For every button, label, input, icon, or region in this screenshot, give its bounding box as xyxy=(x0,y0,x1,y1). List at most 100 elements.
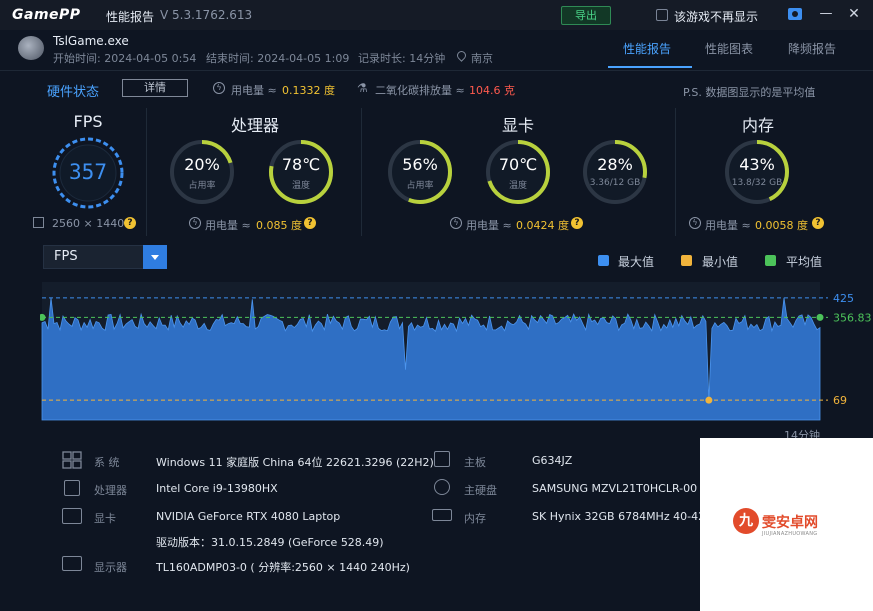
hardware-status-title: 硬件状态 xyxy=(47,85,100,100)
section-divider xyxy=(146,108,147,236)
legend-min-swatch xyxy=(681,255,692,266)
resolution-icon xyxy=(33,217,44,228)
app-section-title: 性能报告 xyxy=(106,10,155,24)
co2-value: 104.6 克 xyxy=(469,84,515,97)
ps-note: P.S. 数据图显示的是平均值 xyxy=(683,86,816,99)
screenshot-camera-icon[interactable] xyxy=(788,8,802,20)
fps-title: FPS xyxy=(73,112,103,131)
motherboard-icon xyxy=(434,451,450,467)
legend-min-label: 最小值 xyxy=(702,255,739,269)
details-button[interactable]: 详情 xyxy=(122,79,188,97)
watermark-text: 雯安卓网 xyxy=(762,515,818,531)
no-show-label: 该游戏不再显示 xyxy=(674,10,759,24)
co2-label: 二氧化碳排放量 ≈ xyxy=(375,84,465,97)
disk-value: SAMSUNG MZVL21T0HCLR-00 xyxy=(532,482,698,495)
close-button[interactable]: ✕ xyxy=(846,6,862,22)
app-version: V 5.3.1762.613 xyxy=(160,8,253,22)
min-line-label: 69 xyxy=(833,394,847,407)
resolution-help-icon[interactable]: ? xyxy=(124,217,136,229)
co2-icon: ⚗ xyxy=(357,81,368,95)
legend-avg-label: 平均值 xyxy=(786,255,823,269)
gpu-temp-label: 温度 xyxy=(508,181,527,191)
memory-power-help-icon[interactable]: ? xyxy=(812,217,824,229)
gpu-usage-label: 占用率 xyxy=(406,181,434,191)
tab-performance-report[interactable]: 性能报告 xyxy=(623,40,671,57)
cpu-temp-value: 78℃ xyxy=(281,155,321,174)
cpu-chip-icon xyxy=(64,480,80,496)
game-icon xyxy=(18,36,44,60)
legend-avg-swatch xyxy=(765,255,776,266)
gpu-key: 显卡 xyxy=(94,512,116,525)
total-power-value: 0.1332 度 xyxy=(282,84,335,97)
tab-performance-chart[interactable]: 性能图表 xyxy=(705,40,753,57)
tab-throttle-report[interactable]: 降频报告 xyxy=(788,40,836,57)
cpu-usage-value: 20% xyxy=(184,155,220,174)
cpu-key: 处理器 xyxy=(94,484,127,497)
record-duration: 记录时长: 14分钟 xyxy=(358,52,446,65)
game-name: TslGame.exe xyxy=(53,34,129,48)
gpu-card-icon xyxy=(62,508,82,524)
memory-power-label: 用电量 ≈ xyxy=(705,219,751,232)
cpu-title: 处理器 xyxy=(230,116,279,135)
cpu-temp-label: 温度 xyxy=(291,181,310,191)
gpu-power-label: 用电量 ≈ xyxy=(466,219,512,232)
cpu-power-label: 用电量 ≈ xyxy=(205,219,251,232)
minimize-button[interactable]: — xyxy=(818,7,834,22)
gpu-vram-value: 28% xyxy=(597,155,633,174)
legend-max-swatch xyxy=(598,255,609,266)
disk-icon xyxy=(434,479,450,495)
fps-resolution: 2560 × 1440 xyxy=(52,217,125,230)
location: 南京 xyxy=(471,52,493,65)
system-value: Windows 11 家庭版 China 64位 22621.3296 (22H… xyxy=(156,456,434,469)
display-key: 显示器 xyxy=(94,561,127,574)
watermark-subtext: JIUJIANAZHUOWANG xyxy=(762,531,818,537)
gpu-power-value: 0.0424 度 xyxy=(516,219,569,232)
avg-marker-end xyxy=(816,313,824,321)
gpu-power-icon: ϟ xyxy=(450,217,462,229)
gpu-vram-label: 3.36/12 GB xyxy=(589,178,641,188)
gpu-temp-value: 70℃ xyxy=(498,155,538,174)
cpu-usage-label: 占用率 xyxy=(188,181,216,191)
ram-key: 内存 xyxy=(464,512,486,525)
memory-title: 内存 xyxy=(741,116,774,135)
cpu-value: Intel Core i9-13980HX xyxy=(156,482,278,495)
fps-value: 357 xyxy=(69,160,107,184)
min-marker xyxy=(705,396,713,404)
monitor-icon xyxy=(62,556,82,571)
gpu-value: NVIDIA GeForce RTX 4080 Laptop xyxy=(156,510,341,523)
system-key: 系 统 xyxy=(94,456,120,469)
max-line-label: 425 xyxy=(833,292,854,305)
location-pin-icon xyxy=(455,49,468,62)
export-button[interactable]: 导出 xyxy=(561,6,611,25)
cpu-power-value: 0.085 度 xyxy=(256,219,302,232)
active-tab-indicator xyxy=(608,66,692,68)
power-icon: ϟ xyxy=(213,82,225,94)
end-time: 结束时间: 2024-04-05 1:09 xyxy=(206,52,350,65)
avg-line-label: 356.83 xyxy=(833,311,872,324)
gpu-power-help-icon[interactable]: ? xyxy=(571,217,583,229)
board-key: 主板 xyxy=(464,456,486,469)
start-time: 开始时间: 2024-04-05 0:54 xyxy=(53,52,197,65)
gpu-usage-value: 56% xyxy=(402,155,438,174)
chevron-down-icon[interactable] xyxy=(143,245,167,269)
memory-power-value: 0.0058 度 xyxy=(755,219,808,232)
driver-version: 驱动版本：31.0.15.2849 (GeForce 528.49) xyxy=(156,536,384,549)
header-divider xyxy=(0,70,873,71)
display-value: TL160ADMP03-0 ( 分辨率:2560 × 1440 240Hz) xyxy=(156,561,410,574)
total-power-label: 用电量 ≈ xyxy=(231,84,277,97)
no-show-checkbox[interactable] xyxy=(656,9,668,21)
legend-max-label: 最大值 xyxy=(618,255,655,269)
ram-icon xyxy=(432,509,452,521)
watermark-logo: 九 xyxy=(733,508,759,534)
cpu-power-icon: ϟ xyxy=(189,217,201,229)
fps-area-chart: 425 356.83 69 xyxy=(40,282,872,421)
memory-usage-value: 43% xyxy=(739,155,775,174)
cpu-power-help-icon[interactable]: ? xyxy=(304,217,316,229)
board-value: G634JZ xyxy=(532,454,573,467)
section-divider xyxy=(675,108,676,236)
metric-select-value: FPS xyxy=(54,249,78,264)
memory-power-icon: ϟ xyxy=(689,217,701,229)
app-logo: GamePP xyxy=(12,7,81,23)
gpu-title: 显卡 xyxy=(501,116,534,135)
ram-value: SK Hynix 32GB 6784MHz 40-42 xyxy=(532,510,706,523)
